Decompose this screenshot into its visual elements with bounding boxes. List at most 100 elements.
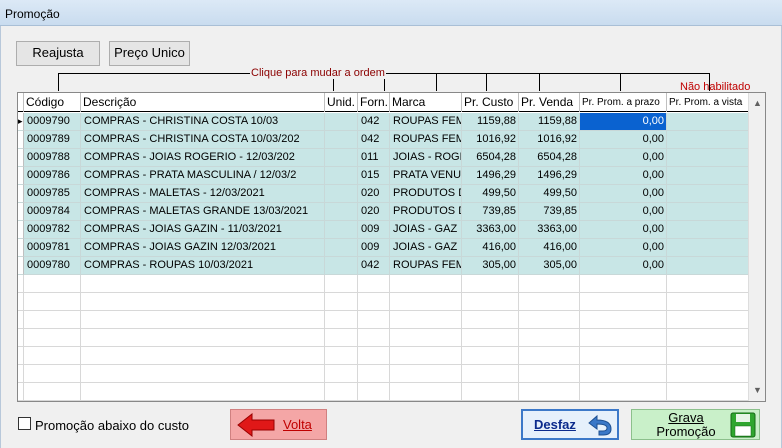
promocao-abaixo-custo-checkbox[interactable] <box>18 417 31 430</box>
table-row[interactable]: 0009786 COMPRAS - PRATA MASCULINA / 12/03… <box>18 167 749 185</box>
empty-cell <box>390 383 462 401</box>
empty-cell <box>580 311 667 329</box>
empty-cell <box>519 275 580 293</box>
empty-cell <box>24 329 81 347</box>
empty-cell <box>325 383 358 401</box>
cell-custo: 305,00 <box>462 257 519 275</box>
table-row[interactable]: 0009782 COMPRAS - JOIAS GAZIN - 11/03/202… <box>18 221 749 239</box>
empty-cell <box>390 293 462 311</box>
cell-vista[interactable] <box>667 185 749 203</box>
empty-cell <box>667 383 749 401</box>
cell-descricao: COMPRAS - ROUPAS 10/03/2021 <box>81 257 325 275</box>
empty-cell <box>667 347 749 365</box>
cell-prazo[interactable]: 0,00 <box>580 113 667 131</box>
cell-prazo[interactable]: 0,00 <box>580 239 667 257</box>
empty-cell <box>462 365 519 383</box>
column-header-unid[interactable]: Unid. <box>325 93 358 112</box>
column-header-codigo[interactable]: Código <box>24 93 81 112</box>
cell-vista[interactable] <box>667 203 749 221</box>
scroll-up-icon[interactable]: ▲ <box>749 95 765 112</box>
cell-unid <box>325 203 358 221</box>
preco-unico-button[interactable]: Preço Unico <box>109 41 190 66</box>
empty-cell <box>667 329 749 347</box>
column-header-venda[interactable]: Pr. Venda <box>519 93 580 112</box>
empty-cell <box>462 293 519 311</box>
order-hint-label[interactable]: Clique para mudar a ordem <box>250 67 386 79</box>
cell-prazo[interactable]: 0,00 <box>580 185 667 203</box>
empty-cell <box>81 329 325 347</box>
cell-vista[interactable] <box>667 131 749 149</box>
cell-prazo[interactable]: 0,00 <box>580 167 667 185</box>
reajusta-button[interactable]: Reajusta <box>16 41 100 66</box>
order-tick <box>486 73 487 91</box>
empty-cell <box>519 329 580 347</box>
column-header-marca[interactable]: Marca <box>390 93 462 112</box>
table-row[interactable]: 0009780 COMPRAS - ROUPAS 10/03/2021 042 ROU… <box>18 257 749 275</box>
scroll-down-icon[interactable]: ▼ <box>749 382 765 399</box>
table-row[interactable]: ▸ 0009790 COMPRAS - CHRISTINA COSTA 10/03 0… <box>18 113 749 131</box>
cell-venda: 1159,88 <box>519 113 580 131</box>
table-row[interactable]: 0009784 COMPRAS - MALETAS GRANDE 13/03/20… <box>18 203 749 221</box>
empty-cell <box>462 275 519 293</box>
empty-row <box>18 329 749 347</box>
cell-forn: 020 <box>358 203 390 221</box>
cell-unid <box>325 131 358 149</box>
empty-cell <box>81 347 325 365</box>
cell-descricao: COMPRAS - PRATA MASCULINA / 12/03/2 <box>81 167 325 185</box>
empty-cell <box>580 365 667 383</box>
empty-cell <box>24 347 81 365</box>
cell-prazo[interactable]: 0,00 <box>580 203 667 221</box>
cell-custo: 739,85 <box>462 203 519 221</box>
empty-cell <box>462 347 519 365</box>
cell-prazo[interactable]: 0,00 <box>580 221 667 239</box>
column-header-custo[interactable]: Pr. Custo <box>462 93 519 112</box>
empty-row <box>18 383 749 401</box>
cell-descricao: COMPRAS - JOIAS GAZIN - 11/03/2021 <box>81 221 325 239</box>
column-header-vista[interactable]: Pr. Prom. a vista <box>667 93 749 112</box>
table-row[interactable]: 0009781 COMPRAS - JOIAS GAZIN 12/03/2021 0… <box>18 239 749 257</box>
empty-cell <box>390 275 462 293</box>
desfaz-button[interactable]: Desfaz <box>521 409 619 440</box>
grid-header: Código Descrição Unid. Forn. Marca Pr. C… <box>18 93 749 112</box>
column-header-prazo[interactable]: Pr. Prom. a prazo <box>580 93 667 112</box>
cell-marca: JOIAS - ROGE <box>390 149 462 167</box>
empty-cell <box>462 311 519 329</box>
empty-cell <box>358 275 390 293</box>
cell-venda: 416,00 <box>519 239 580 257</box>
column-header-forn[interactable]: Forn. <box>358 93 390 112</box>
empty-cell <box>24 311 81 329</box>
cell-vista[interactable] <box>667 113 749 131</box>
cell-vista[interactable] <box>667 239 749 257</box>
cell-prazo[interactable]: 0,00 <box>580 149 667 167</box>
table-row[interactable]: 0009789 COMPRAS - CHRISTINA COSTA 10/03/2… <box>18 131 749 149</box>
vertical-scrollbar[interactable]: ▲ ▼ <box>748 93 765 401</box>
cell-codigo: 0009780 <box>24 257 81 275</box>
order-tick <box>58 73 59 91</box>
column-header-descricao[interactable]: Descrição <box>81 93 325 112</box>
table-row[interactable]: 0009785 COMPRAS - MALETAS - 12/03/2021 020… <box>18 185 749 203</box>
cell-prazo[interactable]: 0,00 <box>580 257 667 275</box>
cell-marca: PRODUTOS DI <box>390 185 462 203</box>
table-row[interactable]: 0009788 COMPRAS - JOIAS ROGERIO - 12/03/2… <box>18 149 749 167</box>
cell-forn: 011 <box>358 149 390 167</box>
cell-custo: 499,50 <box>462 185 519 203</box>
cell-vista[interactable] <box>667 167 749 185</box>
empty-cell <box>358 311 390 329</box>
cell-descricao: COMPRAS - CHRISTINA COSTA 10/03/202 <box>81 131 325 149</box>
empty-cell <box>390 365 462 383</box>
cell-marca: PRATA VENUS <box>390 167 462 185</box>
empty-cell <box>24 275 81 293</box>
grava-promocao-button[interactable]: Grava Promoção <box>631 409 760 440</box>
cell-codigo: 0009785 <box>24 185 81 203</box>
cell-vista[interactable] <box>667 149 749 167</box>
promo-grid[interactable]: Código Descrição Unid. Forn. Marca Pr. C… <box>17 92 766 402</box>
cell-descricao: COMPRAS - JOIAS ROGERIO - 12/03/202 <box>81 149 325 167</box>
volta-button[interactable]: Volta <box>230 409 327 440</box>
cell-marca: ROUPAS FEME <box>390 131 462 149</box>
cell-codigo: 0009782 <box>24 221 81 239</box>
checkbox-label: Promoção abaixo do custo <box>35 418 189 433</box>
cell-descricao: COMPRAS - JOIAS GAZIN 12/03/2021 <box>81 239 325 257</box>
cell-vista[interactable] <box>667 257 749 275</box>
cell-vista[interactable] <box>667 221 749 239</box>
cell-prazo[interactable]: 0,00 <box>580 131 667 149</box>
